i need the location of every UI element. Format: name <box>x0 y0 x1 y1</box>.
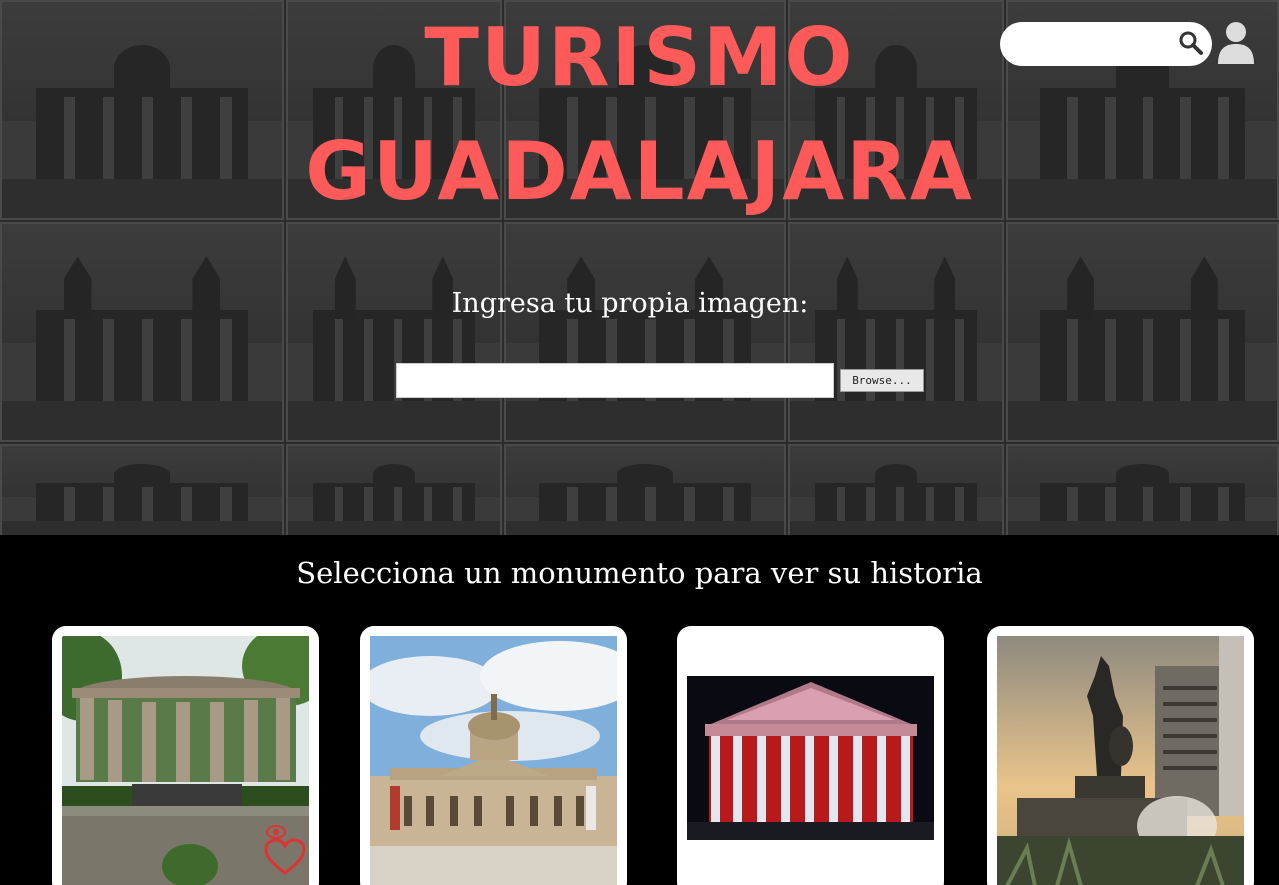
collage-tile <box>504 222 786 442</box>
collage-tile <box>1006 444 1279 535</box>
monument-photo-minerva <box>997 636 1244 885</box>
collage-tile <box>0 222 284 442</box>
hero-banner: TURISMO GUADALAJARA Ingresa tu propia im… <box>0 0 1279 535</box>
collage-tile <box>788 444 1004 535</box>
heart-icon[interactable] <box>264 838 306 876</box>
monument-card-rotonda[interactable] <box>52 626 319 885</box>
site-title-line2: GUADALAJARA <box>305 125 974 218</box>
collage-tile <box>788 222 1004 442</box>
monument-photo-teatro-degollado <box>687 676 934 840</box>
upload-label: Ingresa tu propia imagen: <box>451 288 809 319</box>
monuments-heading: Selecciona un monumento para ver su hist… <box>296 556 983 590</box>
collage-tile <box>286 444 502 535</box>
monument-photo-hospicio-cabanas <box>370 636 617 885</box>
monument-card-hospicio-cabanas[interactable] <box>360 626 627 885</box>
monument-card-teatro-degollado[interactable] <box>677 626 944 885</box>
search-icon[interactable] <box>1178 30 1204 56</box>
user-icon[interactable] <box>1216 20 1256 64</box>
search-input[interactable] <box>1014 30 1174 58</box>
browse-button[interactable]: Browse... <box>840 369 924 392</box>
file-path-field[interactable] <box>396 363 834 398</box>
collage-tile <box>1006 222 1279 442</box>
monument-card-minerva[interactable] <box>987 626 1254 885</box>
collage-tile <box>504 444 786 535</box>
collage-tile <box>286 222 502 442</box>
collage-tile <box>0 444 284 535</box>
